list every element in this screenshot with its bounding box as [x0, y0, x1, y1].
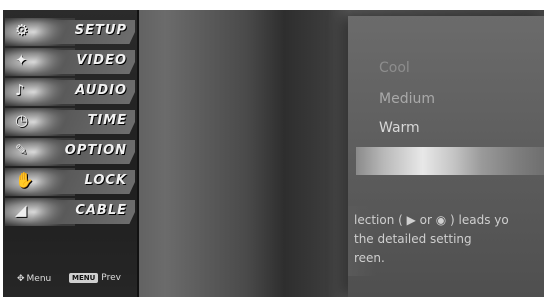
option-medium[interactable]: Medium	[379, 91, 435, 107]
prev-hint: MENU Prev	[69, 273, 121, 283]
prev-hint-label: Prev	[101, 273, 121, 283]
dpad-icon: ✥	[17, 274, 25, 284]
menu-item-time[interactable]: ◷ TIME	[5, 108, 135, 136]
menu-item-option[interactable]: ✎ OPTION	[5, 138, 135, 166]
menu-item-label: AUDIO	[75, 83, 127, 98]
lock-icon: ✋	[15, 171, 34, 189]
video-icon: ✦	[15, 51, 28, 69]
menu-item-label: LOCK	[84, 173, 127, 188]
menu-item-lock[interactable]: ✋ LOCK	[5, 168, 135, 196]
menu-item-label: VIDEO	[76, 53, 127, 68]
clock-icon: ◷	[15, 111, 29, 129]
menu-hint-label: Menu	[26, 274, 52, 284]
menu-hint: ✥ Menu	[17, 274, 51, 284]
option-warm[interactable]: Warm	[379, 120, 420, 136]
menu-item-audio[interactable]: ♪ AUDIO	[5, 78, 135, 106]
selection-highlight-bar[interactable]	[356, 147, 544, 175]
menu-footer: ✥ Menu MENU Prev	[3, 269, 137, 289]
option-icon: ✎	[15, 141, 28, 159]
menu-item-setup[interactable]: ⚙ SETUP	[5, 18, 135, 46]
color-temperature-panel: Cool Medium Warm lection ( ▶ or ◉ ) lead…	[348, 16, 544, 297]
main-menu-sidebar: ⚙ SETUP ✦ VIDEO ♪ AUDIO ◷ TIME ✎ OPTION	[3, 10, 139, 297]
audio-icon: ♪	[15, 81, 25, 99]
menu-item-label: SETUP	[74, 23, 127, 38]
menu-item-video[interactable]: ✦ VIDEO	[5, 48, 135, 76]
setup-icon: ⚙	[15, 21, 29, 39]
menu-key-badge: MENU	[69, 273, 99, 283]
help-text: lection ( ▶ or ◉ ) leads yo the detailed…	[354, 213, 509, 265]
option-cool[interactable]: Cool	[379, 60, 410, 76]
menu-item-cable[interactable]: ◢ CABLE	[5, 198, 135, 226]
cable-icon: ◢	[15, 201, 27, 219]
menu-item-label: CABLE	[75, 203, 127, 218]
menu-item-label: TIME	[87, 113, 127, 128]
tv-screen: ⚙ SETUP ✦ VIDEO ♪ AUDIO ◷ TIME ✎ OPTION	[3, 10, 544, 297]
menu-item-label: OPTION	[64, 143, 127, 158]
